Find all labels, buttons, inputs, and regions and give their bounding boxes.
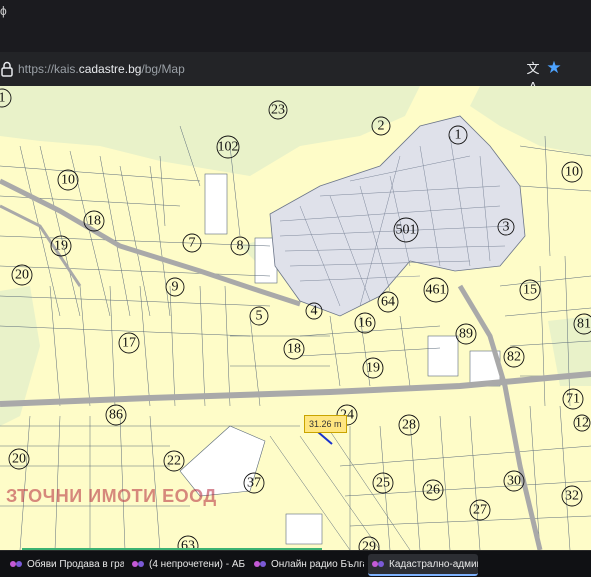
site-info-icon[interactable] bbox=[0, 61, 14, 77]
blank-lot-6 bbox=[285, 513, 323, 545]
parcel-number-label[interactable]: 1 bbox=[455, 128, 462, 143]
parcel-number-label[interactable]: 3 bbox=[503, 220, 510, 235]
blank-lot-1 bbox=[204, 173, 228, 235]
parcel-label-group bbox=[0, 88, 591, 550]
parcel-number-label[interactable]: 15 bbox=[523, 283, 537, 298]
measure-line bbox=[317, 431, 333, 445]
bookmark-star-icon[interactable]: ★ bbox=[545, 58, 563, 78]
parcel-number-label[interactable]: 461 bbox=[426, 283, 447, 298]
task-item-radio[interactable]: Онлайн радио Българ... bbox=[250, 554, 364, 574]
parcel-number-label[interactable]: 4 bbox=[311, 304, 318, 319]
task-label: Обяви Продава в гра... bbox=[27, 558, 124, 570]
parcel-number-label[interactable]: 20 bbox=[12, 452, 26, 467]
cadastral-map[interactable]: 1 23 2 1 102 10 10 18 501 3 19 7 8 20 461 15 9 64 5 4 16 89 81… bbox=[0, 86, 591, 550]
task-label: Кадастрално-админ... bbox=[389, 558, 478, 570]
parcel-number-label[interactable]: 16 bbox=[358, 316, 372, 331]
window-corner-glyph: ϕ bbox=[0, 4, 7, 18]
parcel-number-label[interactable]: 501 bbox=[396, 223, 417, 238]
url-text[interactable]: https://kais.cadastre.bg/bg/Map bbox=[18, 62, 185, 76]
parcel-number-label[interactable]: 86 bbox=[109, 408, 123, 423]
parcel-number-label[interactable]: 19 bbox=[54, 239, 68, 254]
task-item-obqvi[interactable]: Обяви Продава в гра... bbox=[6, 554, 124, 574]
url-prefix: https://kais. bbox=[18, 62, 79, 76]
parcel-number-label[interactable]: 37 bbox=[247, 476, 261, 491]
browser-profile-icon bbox=[10, 561, 22, 567]
parcel-number-label[interactable]: 32 bbox=[565, 489, 579, 504]
task-item-cadastre[interactable]: Кадастрално-админ... bbox=[368, 554, 478, 576]
browser-title-bar: ϕ bbox=[0, 0, 591, 52]
parcel-number-label[interactable]: 29 bbox=[362, 540, 376, 551]
task-label: Онлайн радио Българ... bbox=[271, 558, 364, 570]
browser-profile-icon bbox=[372, 561, 384, 567]
parcel-number-label[interactable]: 5 bbox=[256, 309, 263, 324]
parcel-number-label[interactable]: 28 bbox=[402, 418, 416, 433]
measurement-label: 31.26 m bbox=[304, 415, 347, 433]
parcel-number-label[interactable]: 17 bbox=[122, 336, 136, 351]
parcel-number-label[interactable]: 10 bbox=[61, 173, 75, 188]
task-label: (4 непрочетени) - АБ... bbox=[149, 558, 246, 570]
parcel-number-label[interactable]: 30 bbox=[507, 474, 521, 489]
parcel-number-label[interactable]: 2 bbox=[378, 119, 385, 134]
parcel-number-label[interactable]: 89 bbox=[459, 327, 473, 342]
parcel-number-label[interactable]: 23 bbox=[271, 103, 285, 118]
parcel-number-label[interactable]: 102 bbox=[218, 140, 239, 155]
url-path: /bg/Map bbox=[141, 62, 185, 76]
parcel-number-label[interactable]: 7 bbox=[189, 236, 196, 251]
blank-lot-4 bbox=[427, 335, 459, 377]
parcel-number-label[interactable]: 27 bbox=[473, 503, 487, 518]
parcel-number-label[interactable]: 71 bbox=[566, 392, 580, 407]
parcel-number-label[interactable]: 10 bbox=[565, 165, 579, 180]
browser-profile-icon bbox=[254, 561, 266, 567]
agency-watermark: ЗТОЧНИ ИМОТИ ЕООД bbox=[6, 486, 217, 506]
parcel-number-label[interactable]: 12 bbox=[575, 416, 589, 431]
parcel-number-label[interactable]: 19 bbox=[366, 361, 380, 376]
translate-icon[interactable]: 文A bbox=[524, 60, 542, 94]
map-canvas[interactable]: 12321102101018501 319 7 820461 159645 4168981… bbox=[0, 86, 591, 550]
url-domain: cadastre.bg bbox=[78, 62, 142, 76]
parcel-number-label[interactable]: 18 bbox=[287, 342, 301, 357]
parcel-number-label[interactable]: 82 bbox=[507, 350, 521, 365]
parcel-number-label[interactable]: 1 bbox=[0, 91, 6, 106]
green-area-north bbox=[0, 86, 420, 176]
parcel-number-label[interactable]: 64 bbox=[381, 295, 395, 310]
browser-profile-icon bbox=[132, 561, 144, 567]
taskbar: Обяви Продава в гра... (4 непрочетени) -… bbox=[0, 550, 591, 577]
parcel-number-label[interactable]: 22 bbox=[167, 454, 181, 469]
parcel-number-label[interactable]: 18 bbox=[87, 214, 101, 229]
parcel-number-label[interactable]: 9 bbox=[172, 280, 179, 295]
parcel-number-label[interactable]: 20 bbox=[15, 268, 29, 283]
village-501 bbox=[269, 115, 526, 317]
parcel-number-label[interactable]: 8 bbox=[237, 239, 244, 254]
parcel-number-label[interactable]: 81 bbox=[577, 317, 591, 332]
parcel-number-label[interactable]: 25 bbox=[376, 476, 390, 491]
task-item-abv[interactable]: (4 непрочетени) - АБ... bbox=[128, 554, 246, 574]
address-bar[interactable]: https://kais.cadastre.bg/bg/Map 文A ★ bbox=[0, 52, 591, 94]
parcel-number-label[interactable]: 26 bbox=[426, 483, 440, 498]
